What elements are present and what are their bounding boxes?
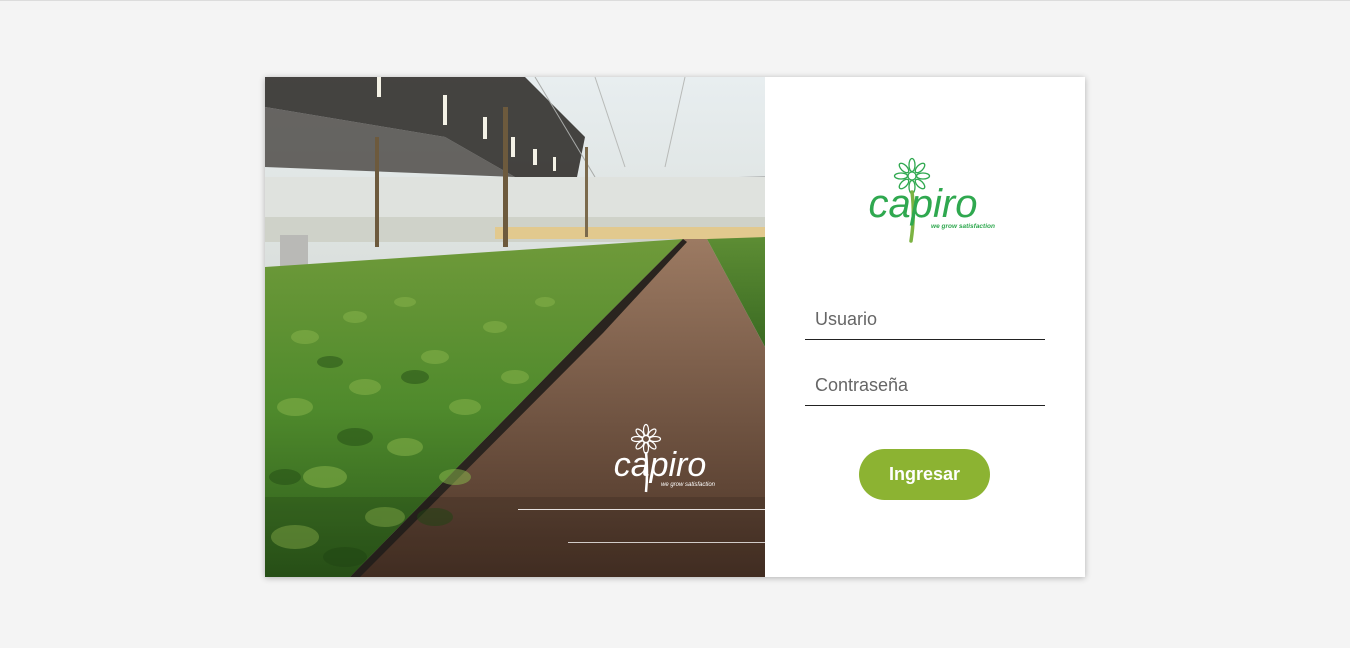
username-input[interactable] xyxy=(805,299,1045,339)
photo-capiro-logo: capiro we grow satisfaction xyxy=(614,423,716,493)
top-border xyxy=(0,0,1350,1)
username-field xyxy=(805,299,1045,340)
photo-logo-tagline: we grow satisfaction xyxy=(661,482,716,488)
greenhouse-photo: capiro we grow satisfaction xyxy=(265,77,765,577)
capiro-logo: capiro we grow satisfaction xyxy=(869,157,995,243)
greenhouse-scene xyxy=(265,77,765,577)
photo-logo-text: capiro xyxy=(614,446,707,484)
login-form-panel: capiro we grow satisfaction Ingresar xyxy=(765,77,1085,577)
password-field xyxy=(805,365,1045,406)
brand-logo-tagline: we grow satisfaction xyxy=(931,223,995,230)
login-button[interactable]: Ingresar xyxy=(859,449,990,500)
login-card: capiro we grow satisfaction capiro we gr… xyxy=(265,77,1085,577)
photo-decor-line xyxy=(518,509,765,510)
password-input[interactable] xyxy=(805,365,1045,405)
brand-logo-text: capiro xyxy=(869,182,978,226)
photo-decor-line xyxy=(568,542,765,543)
